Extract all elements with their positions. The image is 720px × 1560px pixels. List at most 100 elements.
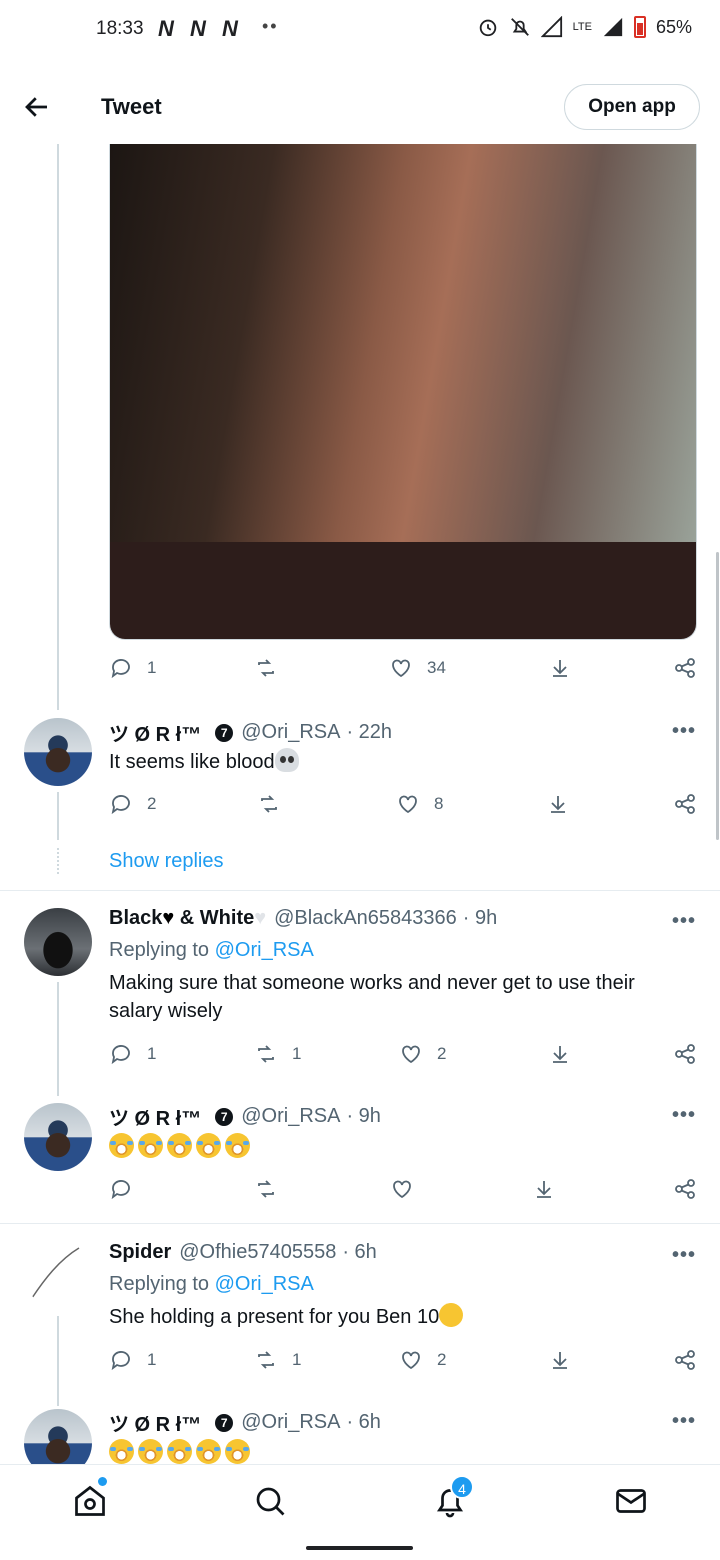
more-icon[interactable]: •••: [672, 1244, 696, 1267]
network-n-icon: N: [190, 16, 206, 41]
share-button[interactable]: [673, 1042, 697, 1066]
more-icon[interactable]: •••: [672, 1104, 696, 1127]
like-count: 34: [427, 658, 446, 677]
rofl-emoji-icon: [434, 1298, 468, 1332]
back-arrow-icon[interactable]: [22, 92, 52, 122]
retweet-button[interactable]: [254, 1177, 278, 1201]
nav-home[interactable]: [72, 1483, 108, 1519]
more-icon[interactable]: •••: [672, 720, 696, 743]
home-indicator[interactable]: [306, 1546, 413, 1550]
signal-icon: [540, 16, 562, 38]
avatar[interactable]: [24, 1103, 92, 1171]
retweet-count: 1: [292, 1350, 302, 1369]
page-title: Tweet: [101, 94, 162, 119]
open-app-button[interactable]: Open app: [564, 84, 700, 130]
black-heart-icon: ♥: [162, 907, 175, 929]
download-button[interactable]: [532, 1177, 556, 1201]
reply-icon: [111, 795, 130, 815]
retweet-icon: [258, 659, 274, 677]
download-button[interactable]: [546, 792, 570, 816]
like-button[interactable]: 8: [396, 792, 443, 816]
new-content-dot: [98, 1477, 107, 1486]
like-button[interactable]: 2: [399, 1042, 446, 1066]
tweet-header: Black♥ & White♥ @BlackAn65843366 · 9h: [109, 907, 497, 930]
badge-icon: 7: [215, 1413, 234, 1432]
tweet-media[interactable]: [109, 144, 697, 640]
display-name-part: Black: [109, 907, 163, 929]
reply-button[interactable]: 1: [109, 656, 156, 680]
user-handle[interactable]: @Ori_RSA: [241, 1411, 340, 1434]
retweet-button[interactable]: 1: [254, 1042, 301, 1066]
replying-to-link[interactable]: @Ori_RSA: [215, 939, 314, 961]
share-button[interactable]: [673, 1177, 697, 1201]
like-button[interactable]: 2: [399, 1348, 446, 1372]
share-button[interactable]: [673, 656, 697, 680]
retweet-button[interactable]: [254, 656, 292, 680]
search-icon: [256, 1487, 285, 1516]
top-bar: Tweet Open app: [0, 70, 720, 144]
nav-messages[interactable]: [613, 1483, 649, 1519]
more-icon[interactable]: •••: [672, 910, 696, 933]
like-count: 8: [434, 794, 444, 813]
reply-button[interactable]: [109, 1177, 133, 1201]
retweet-icon: [261, 795, 277, 813]
reply-count: 1: [147, 1350, 157, 1369]
tweet-header: ツ Ø R ł™ 7 @Ori_RSA · 6h: [109, 1408, 381, 1437]
tweet-time: · 9h: [462, 907, 498, 929]
reply-count: 1: [147, 1044, 157, 1063]
tweet-text-content: It seems like blood: [109, 751, 275, 773]
display-name[interactable]: Black♥ & White♥: [109, 907, 266, 930]
share-button[interactable]: [673, 1348, 697, 1372]
tweet-actions: 1 1 2: [109, 1042, 699, 1072]
reply-icon: [111, 1351, 130, 1371]
thread-dots: [57, 848, 59, 874]
retweet-button[interactable]: 1: [254, 1348, 301, 1372]
share-button[interactable]: [673, 792, 697, 816]
download-icon: [537, 1181, 551, 1198]
tweet-text-content: She holding a present for you Ben 10: [109, 1306, 440, 1328]
avatar[interactable]: [24, 718, 92, 786]
divider: [0, 890, 720, 891]
replying-to-link[interactable]: @Ori_RSA: [215, 1273, 314, 1295]
like-button[interactable]: [390, 1177, 414, 1201]
more-notifications-icon: ••: [262, 16, 279, 36]
download-icon: [553, 660, 567, 677]
replying-prefix: Replying to: [109, 939, 215, 961]
white-heart-icon: ♥: [254, 907, 267, 929]
user-handle[interactable]: @Ori_RSA: [241, 1105, 340, 1128]
show-replies-link[interactable]: Show replies: [109, 850, 224, 873]
scrollbar[interactable]: [716, 552, 719, 840]
download-button[interactable]: [548, 1348, 572, 1372]
tears-of-joy-emoji-icon: [196, 1133, 221, 1158]
reply-button[interactable]: 2: [109, 792, 156, 816]
tweet-time: · 6h: [342, 1241, 377, 1263]
tweet-time: · 22h: [346, 721, 393, 743]
more-icon[interactable]: •••: [672, 1410, 696, 1433]
tears-of-joy-emoji-icon: [138, 1133, 163, 1158]
tweet-photo: [110, 144, 696, 542]
display-name[interactable]: Spider: [109, 1241, 171, 1264]
reply-button[interactable]: 1: [109, 1348, 156, 1372]
display-name[interactable]: ツ Ø R ł™: [109, 718, 201, 747]
tears-of-joy-emoji-icon: [138, 1439, 163, 1464]
retweet-icon: [258, 1351, 274, 1369]
reply-icon: [111, 1180, 130, 1200]
tweet-text: She holding a present for you Ben 10: [109, 1298, 689, 1332]
display-name[interactable]: ツ Ø R ł™: [109, 1408, 201, 1437]
retweet-button[interactable]: [257, 792, 295, 816]
avatar[interactable]: [24, 1240, 92, 1308]
display-name[interactable]: ツ Ø R ł™: [109, 1102, 201, 1131]
lte-label: LTE: [572, 21, 592, 33]
user-handle[interactable]: @BlackAn65843366: [274, 907, 457, 930]
user-handle[interactable]: @Ori_RSA: [241, 721, 340, 744]
reply-button[interactable]: 1: [109, 1042, 156, 1066]
avatar[interactable]: [24, 908, 92, 976]
download-button[interactable]: [548, 656, 572, 680]
share-icon: [675, 1044, 695, 1064]
like-icon: [399, 795, 417, 814]
like-icon: [402, 1045, 420, 1064]
nav-search[interactable]: [252, 1483, 288, 1519]
user-handle[interactable]: @Ofhie57405558: [179, 1241, 336, 1264]
like-button[interactable]: 34: [389, 656, 446, 680]
download-button[interactable]: [548, 1042, 572, 1066]
